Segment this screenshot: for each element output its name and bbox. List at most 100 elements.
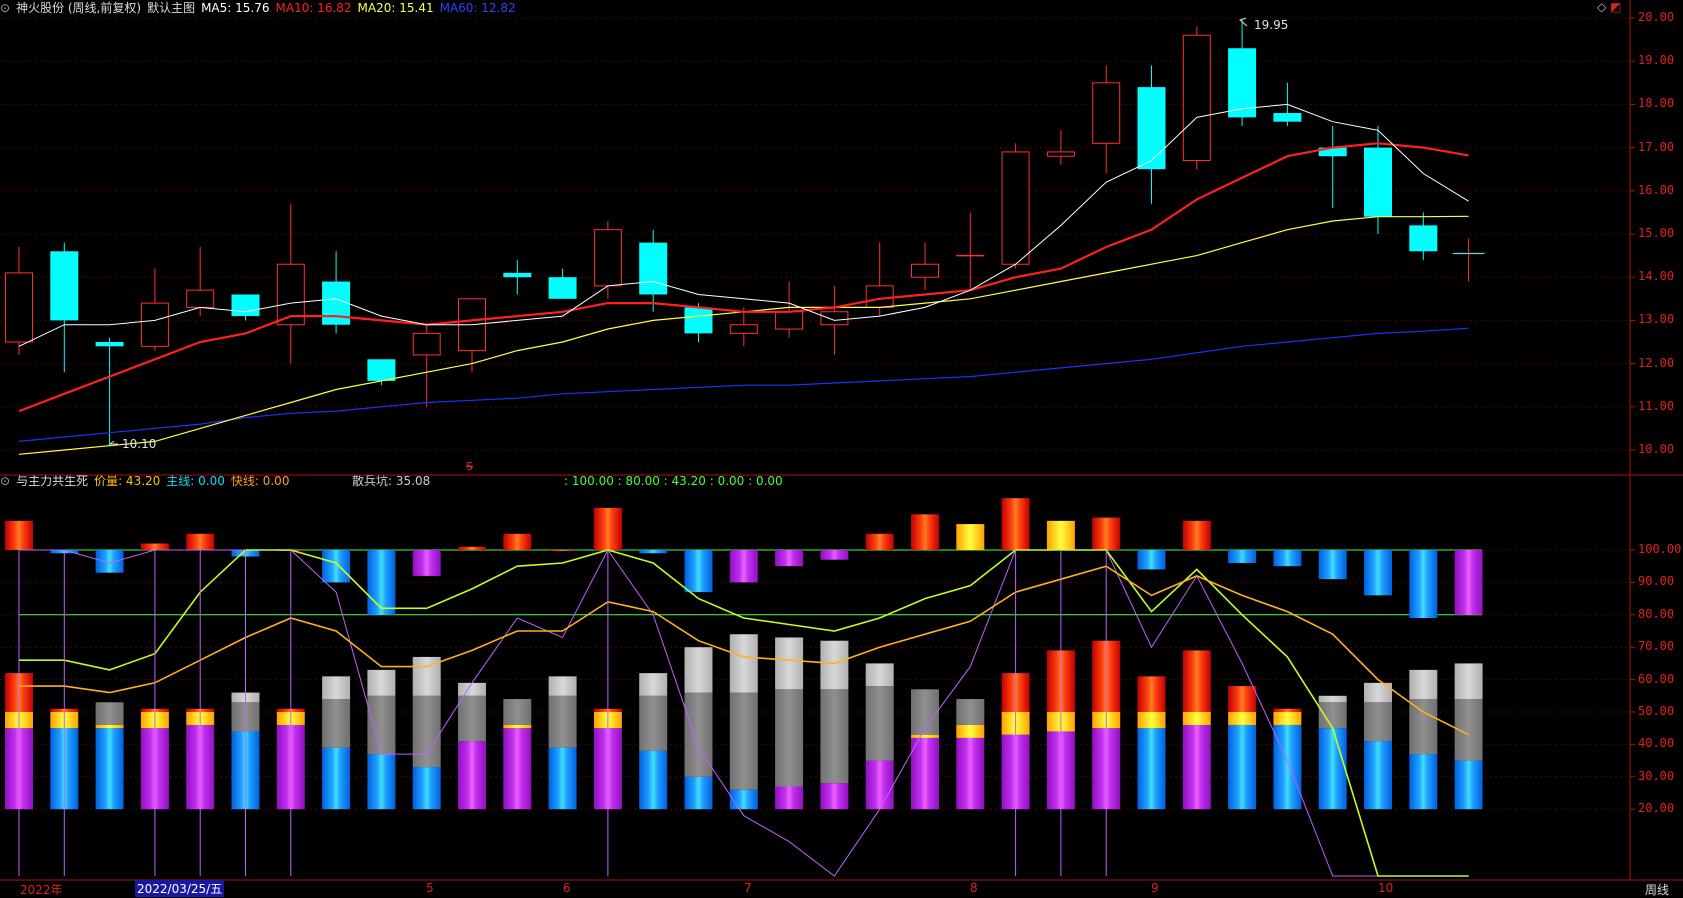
candle-down: [1364, 147, 1392, 217]
cursor-date[interactable]: 2022/03/25/五: [135, 880, 225, 897]
candle-up: [1046, 151, 1075, 157]
base-bar: [1318, 728, 1347, 810]
candle-down: [50, 251, 79, 321]
top-bar: [367, 550, 396, 615]
base-bar-gray: [729, 692, 758, 790]
base-bar-lightgray: [684, 647, 713, 693]
indicator-tick-label: 40.00: [1638, 736, 1675, 751]
candle-up: [593, 229, 622, 287]
candle-down: [1137, 87, 1166, 170]
candle-down: [1273, 113, 1302, 122]
high-arrow-icon: [1239, 17, 1248, 27]
top-bar: [1454, 550, 1483, 615]
top-bar: [1137, 550, 1166, 570]
top-bar: [1228, 550, 1257, 563]
base-bar-lightgray: [820, 640, 849, 690]
base-bar-yellow: [95, 724, 124, 729]
base-bar-gray: [865, 686, 894, 761]
top-bar: [5, 520, 33, 550]
top-bar: [684, 550, 713, 593]
time-axis: 2022年 2022/03/25/五 5 6 7 8 9 10 周线: [0, 880, 1683, 897]
stock-chart-window: ⊙ 神火股份 (周线,前复权) 默认主图 MA5: 15.76 MA10: 16.82 M…: [0, 0, 1683, 897]
base-bar-yellow: [1273, 712, 1302, 725]
base-bar-red: [1182, 650, 1211, 712]
base-bar-gray: [458, 695, 486, 742]
indicator-tick-label: 70.00: [1638, 639, 1675, 654]
base-bar-lightgray: [775, 637, 804, 690]
price-tick-label: 11.00: [1638, 398, 1675, 413]
candle-down: [503, 272, 532, 278]
base-bar-gray: [956, 699, 985, 725]
candle-up: [911, 263, 939, 278]
top-bar: [1182, 520, 1211, 550]
top-bar: [186, 533, 215, 550]
month-label: 7: [744, 881, 752, 895]
base-bar-gray: [1409, 699, 1438, 755]
year-label: 2022年: [20, 883, 63, 897]
base-bar: [1454, 760, 1483, 810]
low-arrow-icon: [108, 440, 118, 445]
base-bar-lightgray: [865, 663, 894, 687]
top-bar: [1273, 550, 1302, 567]
indicator-tick-label: 30.00: [1638, 768, 1675, 783]
base-bar: [729, 789, 758, 810]
price-tick-label: 20.00: [1638, 10, 1675, 24]
month-label: 8: [970, 881, 978, 895]
top-bar: [1092, 517, 1121, 550]
top-bar: [412, 550, 441, 576]
base-bar: [503, 728, 532, 810]
base-bar: [956, 737, 985, 810]
base-bar: [95, 728, 124, 810]
base-bar-lightgray: [548, 676, 577, 696]
month-label: 9: [1151, 881, 1159, 895]
top-bar: [593, 507, 622, 550]
base-bar-yellow: [911, 734, 939, 738]
base-bar-yellow: [1182, 712, 1211, 725]
base-bar-gray: [1318, 702, 1347, 729]
indicator-tick-label: 60.00: [1638, 671, 1675, 686]
base-bar-gray: [95, 702, 124, 725]
candle-up: [1182, 34, 1211, 162]
base-bar-gray: [367, 695, 396, 755]
candle-down: [231, 294, 260, 317]
month-label: 6: [563, 881, 571, 895]
base-bar: [1182, 724, 1211, 810]
base-bar: [1409, 754, 1438, 810]
base-bar-yellow: [1228, 712, 1257, 725]
candle-down: [1228, 48, 1257, 118]
base-bar: [322, 747, 351, 810]
top-bar: [775, 550, 804, 567]
base-bar: [367, 754, 396, 810]
top-bar: [639, 550, 668, 554]
base-bar-lightgray: [1454, 663, 1483, 700]
base-bar-yellow: [956, 724, 985, 738]
base-bar-gray: [820, 689, 849, 784]
candle-down: [95, 342, 124, 347]
candle-down: [322, 281, 351, 325]
base-bar-gray: [775, 689, 804, 787]
high-mark-label: 19.95: [1254, 18, 1289, 32]
top-bar: [911, 514, 939, 550]
candle-up: [729, 324, 758, 334]
base-bar: [684, 776, 713, 810]
top-bar: [865, 533, 894, 550]
chart-canvas[interactable]: [0, 0, 1683, 897]
month-label: 5: [426, 881, 434, 895]
low-mark-label: 10.10: [122, 437, 157, 451]
period-label[interactable]: 周线: [1645, 881, 1669, 898]
candle-down: [1409, 225, 1438, 252]
price-tick-label: 10.00: [1638, 442, 1675, 456]
base-bar: [911, 737, 939, 810]
candle-down: [548, 277, 577, 299]
candle-up: [820, 311, 849, 326]
base-bar-lightgray: [367, 669, 396, 696]
top-bar: [729, 550, 758, 583]
top-bar: [322, 550, 351, 583]
month-label: 10: [1378, 881, 1394, 895]
base-bar: [412, 767, 441, 810]
candle-down: [684, 307, 713, 334]
top-bar: [95, 550, 124, 573]
base-bar-gray: [548, 695, 577, 748]
base-bar-lightgray: [729, 634, 758, 693]
base-bar: [1228, 724, 1257, 810]
